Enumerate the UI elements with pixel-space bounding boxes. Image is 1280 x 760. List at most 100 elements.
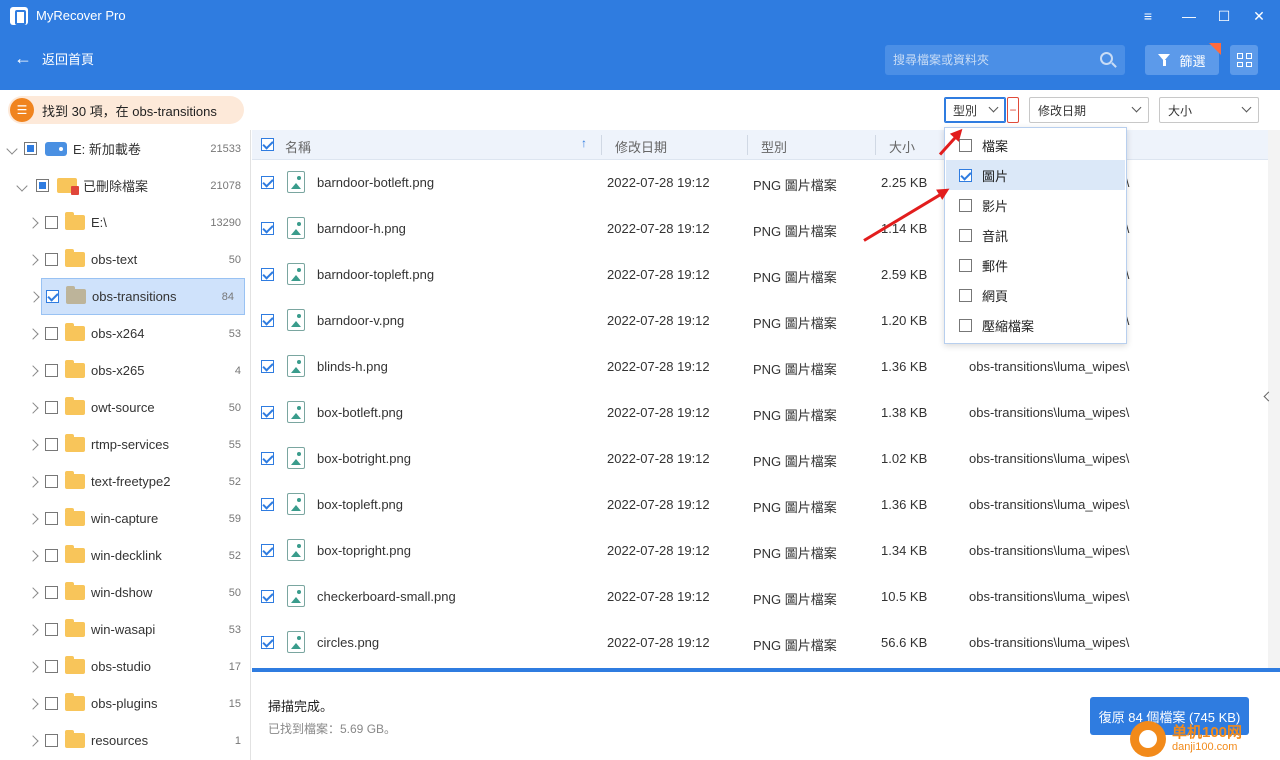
chevron-right-icon[interactable] <box>27 216 39 229</box>
tree-deleted-files[interactable]: 已刪除檔案 21078 <box>0 167 250 204</box>
tree-checkbox[interactable] <box>45 253 58 266</box>
tree-folder-item[interactable]: resources 1 <box>0 722 250 759</box>
row-checkbox[interactable] <box>261 544 274 557</box>
tree-folder-item[interactable]: E:\ 13290 <box>0 204 250 241</box>
tree-folder-item[interactable]: obs-plugins 15 <box>0 685 250 722</box>
tree-checkbox[interactable] <box>45 364 58 377</box>
row-checkbox[interactable] <box>261 360 274 373</box>
size-filter-select[interactable]: 大小 <box>1159 97 1259 123</box>
chevron-right-icon[interactable] <box>27 253 39 266</box>
chevron-right-icon[interactable] <box>27 549 39 562</box>
tree-folder-item[interactable]: owt-source 50 <box>0 389 250 426</box>
maximize-button[interactable]: ☐ <box>1211 4 1237 28</box>
row-checkbox[interactable] <box>261 452 274 465</box>
search-icon[interactable] <box>1100 52 1113 65</box>
chevron-right-icon[interactable] <box>27 697 39 710</box>
table-row[interactable]: checkerboard-small.png 2022-07-28 19:12 PN… <box>252 574 1268 620</box>
chevron-right-icon[interactable] <box>27 438 39 451</box>
sort-asc-icon[interactable]: ↑ <box>581 136 587 150</box>
row-checkbox[interactable] <box>261 268 274 281</box>
view-toggle-button[interactable] <box>1230 45 1258 75</box>
type-option[interactable]: 圖片 <box>946 160 1125 190</box>
minimize-button[interactable]: — <box>1176 4 1202 28</box>
tree-checkbox[interactable] <box>45 327 58 340</box>
chevron-right-icon[interactable] <box>27 401 39 414</box>
chevron-right-icon[interactable] <box>27 734 39 747</box>
tree-folder-item[interactable]: obs-studio 17 <box>0 648 250 685</box>
table-row[interactable]: circles.png 2022-07-28 19:12 PNG 圖片檔案 56.6 … <box>252 620 1268 666</box>
tree-folder-item[interactable]: text-freetype2 52 <box>0 463 250 500</box>
tree-drive[interactable]: E: 新加載卷 21533 <box>0 130 250 167</box>
row-checkbox[interactable] <box>261 498 274 511</box>
close-button[interactable]: ✕ <box>1246 4 1272 28</box>
type-option[interactable]: 網頁 <box>946 280 1125 310</box>
type-option[interactable]: 郵件 <box>946 250 1125 280</box>
option-checkbox[interactable] <box>959 318 972 332</box>
search-input[interactable] <box>885 45 1085 75</box>
column-date[interactable]: 修改日期 <box>615 137 667 156</box>
chevron-down-icon[interactable] <box>6 142 18 155</box>
tree-checkbox[interactable] <box>45 401 58 414</box>
tree-checkbox[interactable] <box>45 549 58 562</box>
date-filter-select[interactable]: 修改日期 <box>1029 97 1149 123</box>
tree-folder-item[interactable]: obs-x265 4 <box>0 352 250 389</box>
option-checkbox[interactable] <box>959 198 972 212</box>
table-row[interactable]: blinds-h.png 2022-07-28 19:12 PNG 圖片檔案 1.36… <box>252 344 1268 390</box>
clear-type-filter-button[interactable]: − <box>1007 97 1019 123</box>
type-filter-select[interactable]: 型別 <box>944 97 1006 123</box>
chevron-right-icon[interactable] <box>27 364 39 377</box>
tree-folder-item[interactable]: obs-text 50 <box>0 241 250 278</box>
type-option[interactable]: 檔案 <box>946 130 1125 160</box>
option-checkbox[interactable] <box>959 138 972 152</box>
row-checkbox[interactable] <box>261 314 274 327</box>
chevron-right-icon[interactable] <box>27 660 39 673</box>
option-checkbox[interactable] <box>959 168 972 182</box>
tree-folder-item[interactable]: win-dshow 50 <box>0 574 250 611</box>
tree-checkbox[interactable] <box>45 734 58 747</box>
tree-folder-item[interactable]: win-wasapi 53 <box>0 611 250 648</box>
table-row[interactable]: box-topright.png 2022-07-28 19:12 PNG 圖片檔案… <box>252 528 1268 574</box>
tree-folder-item[interactable]: win-decklink 52 <box>0 537 250 574</box>
chevron-right-icon[interactable] <box>27 512 39 525</box>
type-option[interactable]: 音訊 <box>946 220 1125 250</box>
row-checkbox[interactable] <box>261 636 274 649</box>
chevron-right-icon[interactable] <box>28 290 40 303</box>
row-checkbox[interactable] <box>261 176 274 189</box>
chevron-right-icon[interactable] <box>27 327 39 340</box>
table-row[interactable]: box-botleft.png 2022-07-28 19:12 PNG 圖片檔案 1… <box>252 390 1268 436</box>
chevron-right-icon[interactable] <box>27 586 39 599</box>
tree-folder-item[interactable]: win-capture 59 <box>0 500 250 537</box>
tree-checkbox[interactable] <box>24 142 37 155</box>
select-all-checkbox[interactable] <box>261 138 274 151</box>
tree-folder-item[interactable]: rtmp-services 55 <box>0 426 250 463</box>
tree-checkbox[interactable] <box>45 512 58 525</box>
row-checkbox[interactable] <box>261 590 274 603</box>
back-home-button[interactable]: ← 返回首頁 <box>14 48 94 69</box>
tree-checkbox[interactable] <box>46 290 59 303</box>
tree-checkbox[interactable] <box>45 586 58 599</box>
chevron-right-icon[interactable] <box>27 623 39 636</box>
tree-checkbox[interactable] <box>45 475 58 488</box>
row-checkbox[interactable] <box>261 222 274 235</box>
tree-checkbox[interactable] <box>45 438 58 451</box>
tree-checkbox[interactable] <box>45 697 58 710</box>
column-type[interactable]: 型別 <box>761 137 787 156</box>
row-checkbox[interactable] <box>261 406 274 419</box>
chevron-down-icon[interactable] <box>16 179 28 192</box>
filter-button[interactable]: 篩選 <box>1145 43 1221 75</box>
tree-checkbox[interactable] <box>45 623 58 636</box>
type-option[interactable]: 壓縮檔案 <box>946 310 1125 340</box>
tree-checkbox[interactable] <box>45 660 58 673</box>
column-size[interactable]: 大小 <box>889 137 915 156</box>
option-checkbox[interactable] <box>959 228 972 242</box>
tree-folder-item[interactable]: obs-transitions 84 <box>28 278 245 315</box>
type-option[interactable]: 影片 <box>946 190 1125 220</box>
tree-checkbox[interactable] <box>45 216 58 229</box>
table-row[interactable]: box-topleft.png 2022-07-28 19:12 PNG 圖片檔案 1… <box>252 482 1268 528</box>
option-checkbox[interactable] <box>959 258 972 272</box>
tree-checkbox[interactable] <box>36 179 49 192</box>
menu-icon[interactable]: ≡ <box>1135 4 1161 28</box>
column-name[interactable]: 名稱 <box>285 137 311 156</box>
table-row[interactable]: box-botright.png 2022-07-28 19:12 PNG 圖片檔案… <box>252 436 1268 482</box>
tree-folder-item[interactable]: obs-x264 53 <box>0 315 250 352</box>
